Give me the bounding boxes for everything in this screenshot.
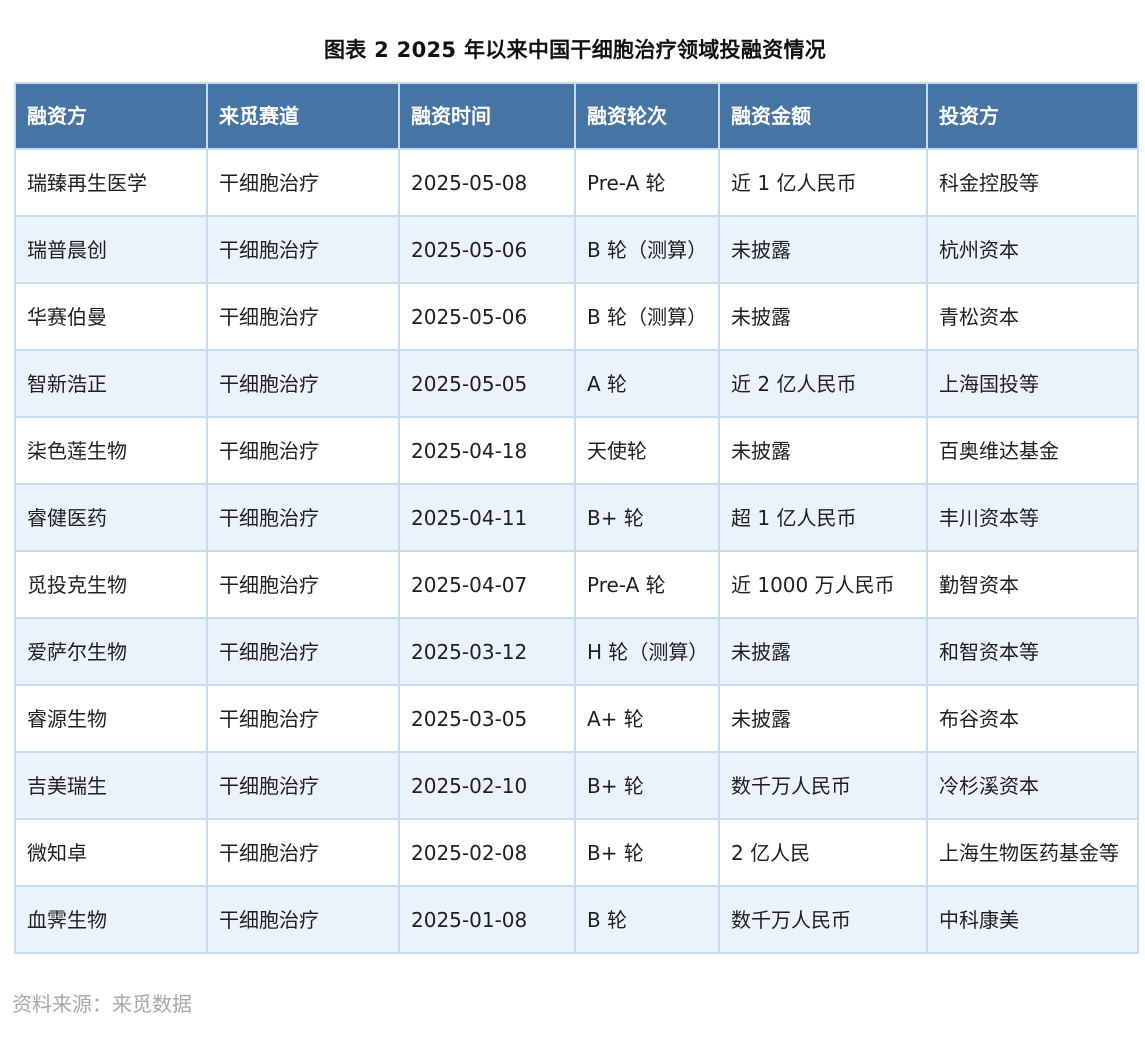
cell-financier: 睿健医药	[14, 483, 208, 552]
cell-amount: 未披露	[718, 617, 928, 686]
cell-round: H 轮（测算）	[574, 617, 720, 686]
cell-financier: 瑞臻再生医学	[14, 148, 208, 217]
cell-round: B+ 轮	[574, 483, 720, 552]
table-row: 瑞臻再生医学 干细胞治疗 2025-05-08 Pre-A 轮近 1 亿人民币 科金控股…	[14, 148, 1139, 217]
cell-date: 2025-03-05	[398, 684, 576, 753]
cell-date: 2025-04-11	[398, 483, 576, 552]
header-row: 融资方 来觅赛道 融资时间 融资轮次 融资金额 投资方	[14, 82, 1139, 150]
cell-investor: 青松资本	[926, 282, 1139, 351]
cell-round: Pre-A 轮	[574, 148, 720, 217]
cell-amount: 近 1000 万人民币	[718, 550, 928, 619]
cell-track: 干细胞治疗	[206, 684, 400, 753]
cell-track: 干细胞治疗	[206, 617, 400, 686]
cell-amount: 近 1 亿人民币	[718, 148, 928, 217]
cell-investor: 和智资本等	[926, 617, 1139, 686]
cell-investor: 冷杉溪资本	[926, 751, 1139, 820]
cell-track: 干细胞治疗	[206, 148, 400, 217]
cell-date: 2025-05-05	[398, 349, 576, 418]
cell-date: 2025-04-18	[398, 416, 576, 485]
cell-amount: 未披露	[718, 684, 928, 753]
header-round: 融资轮次	[574, 82, 720, 150]
cell-round: A 轮	[574, 349, 720, 418]
cell-round: A+ 轮	[574, 684, 720, 753]
cell-financier: 血霁生物	[14, 885, 208, 954]
header-date: 融资时间	[398, 82, 576, 150]
cell-track: 干细胞治疗	[206, 483, 400, 552]
cell-investor: 杭州资本	[926, 215, 1139, 284]
cell-financier: 觅投克生物	[14, 550, 208, 619]
cell-track: 干细胞治疗	[206, 349, 400, 418]
financing-table: 融资方 来觅赛道 融资时间 融资轮次 融资金额 投资方 瑞臻再生医学 干细胞治疗 2…	[14, 82, 1139, 954]
cell-track: 干细胞治疗	[206, 885, 400, 954]
cell-track: 干细胞治疗	[206, 282, 400, 351]
cell-amount: 未披露	[718, 416, 928, 485]
cell-amount: 未披露	[718, 215, 928, 284]
cell-financier: 瑞普晨创	[14, 215, 208, 284]
cell-financier: 微知卓	[14, 818, 208, 887]
table-row: 微知卓 干细胞治疗 2025-02-08 B+ 轮2 亿人民 上海生物医药基金等	[14, 818, 1139, 887]
table-row: 睿健医药 干细胞治疗 2025-04-11 B+ 轮超 1 亿人民币 丰川资本等	[14, 483, 1139, 552]
cell-round: B+ 轮	[574, 818, 720, 887]
table-row: 觅投克生物 干细胞治疗 2025-04-07 Pre-A 轮近 1000 万人民币 勤智…	[14, 550, 1139, 619]
cell-round: 天使轮	[574, 416, 720, 485]
table-row: 吉美瑞生 干细胞治疗 2025-02-10 B+ 轮数千万人民币 冷杉溪资本	[14, 751, 1139, 820]
cell-date: 2025-04-07	[398, 550, 576, 619]
cell-track: 干细胞治疗	[206, 818, 400, 887]
cell-round: B 轮（测算）	[574, 215, 720, 284]
cell-financier: 华赛伯曼	[14, 282, 208, 351]
cell-amount: 数千万人民币	[718, 751, 928, 820]
cell-date: 2025-02-08	[398, 818, 576, 887]
chart-title: 图表 2 2025 年以来中国干细胞治疗领域投融资情况	[323, 38, 827, 62]
cell-track: 干细胞治疗	[206, 215, 400, 284]
table-row: 智新浩正 干细胞治疗 2025-05-05 A 轮近 2 亿人民币 上海国投等	[14, 349, 1139, 418]
cell-date: 2025-02-10	[398, 751, 576, 820]
cell-investor: 勤智资本	[926, 550, 1139, 619]
cell-amount: 超 1 亿人民币	[718, 483, 928, 552]
table-body: 瑞臻再生医学 干细胞治疗 2025-05-08 Pre-A 轮近 1 亿人民币 科金控股…	[14, 148, 1139, 954]
cell-amount: 未披露	[718, 282, 928, 351]
cell-financier: 柒色莲生物	[14, 416, 208, 485]
header-investor: 投资方	[926, 82, 1139, 150]
cell-date: 2025-05-08	[398, 148, 576, 217]
table-row: 华赛伯曼 干细胞治疗 2025-05-06 B 轮（测算） 未披露 青松资本	[14, 282, 1139, 351]
header-financier: 融资方	[14, 82, 208, 150]
cell-investor: 上海生物医药基金等	[926, 818, 1139, 887]
cell-investor: 中科康美	[926, 885, 1139, 954]
table-row: 血霁生物 干细胞治疗 2025-01-08 B 轮数千万人民币 中科康美	[14, 885, 1139, 954]
cell-round: Pre-A 轮	[574, 550, 720, 619]
cell-investor: 百奥维达基金	[926, 416, 1139, 485]
cell-round: B 轮	[574, 885, 720, 954]
cell-financier: 睿源生物	[14, 684, 208, 753]
cell-amount: 2 亿人民	[718, 818, 928, 887]
table-row: 柒色莲生物 干细胞治疗 2025-04-18 天使轮 未披露 百奥维达基金	[14, 416, 1139, 485]
cell-investor: 丰川资本等	[926, 483, 1139, 552]
table-row: 睿源生物 干细胞治疗 2025-03-05 A+ 轮未披露 布谷资本	[14, 684, 1139, 753]
cell-investor: 上海国投等	[926, 349, 1139, 418]
cell-round: B 轮（测算）	[574, 282, 720, 351]
cell-investor: 布谷资本	[926, 684, 1139, 753]
table-header: 融资方 来觅赛道 融资时间 融资轮次 融资金额 投资方	[14, 82, 1139, 150]
table-row: 爱萨尔生物 干细胞治疗 2025-03-12 H 轮（测算） 未披露 和智资本等	[14, 617, 1139, 686]
cell-investor: 科金控股等	[926, 148, 1139, 217]
cell-date: 2025-03-12	[398, 617, 576, 686]
source-note: 资料来源：来觅数据	[12, 992, 192, 1016]
cell-track: 干细胞治疗	[206, 751, 400, 820]
cell-date: 2025-01-08	[398, 885, 576, 954]
table-row: 瑞普晨创 干细胞治疗 2025-05-06 B 轮（测算） 未披露 杭州资本	[14, 215, 1139, 284]
cell-financier: 爱萨尔生物	[14, 617, 208, 686]
cell-financier: 吉美瑞生	[14, 751, 208, 820]
cell-financier: 智新浩正	[14, 349, 208, 418]
cell-round: B+ 轮	[574, 751, 720, 820]
cell-amount: 数千万人民币	[718, 885, 928, 954]
cell-amount: 近 2 亿人民币	[718, 349, 928, 418]
cell-track: 干细胞治疗	[206, 550, 400, 619]
cell-date: 2025-05-06	[398, 282, 576, 351]
header-amount: 融资金额	[718, 82, 928, 150]
cell-date: 2025-05-06	[398, 215, 576, 284]
cell-track: 干细胞治疗	[206, 416, 400, 485]
header-track: 来觅赛道	[206, 82, 400, 150]
